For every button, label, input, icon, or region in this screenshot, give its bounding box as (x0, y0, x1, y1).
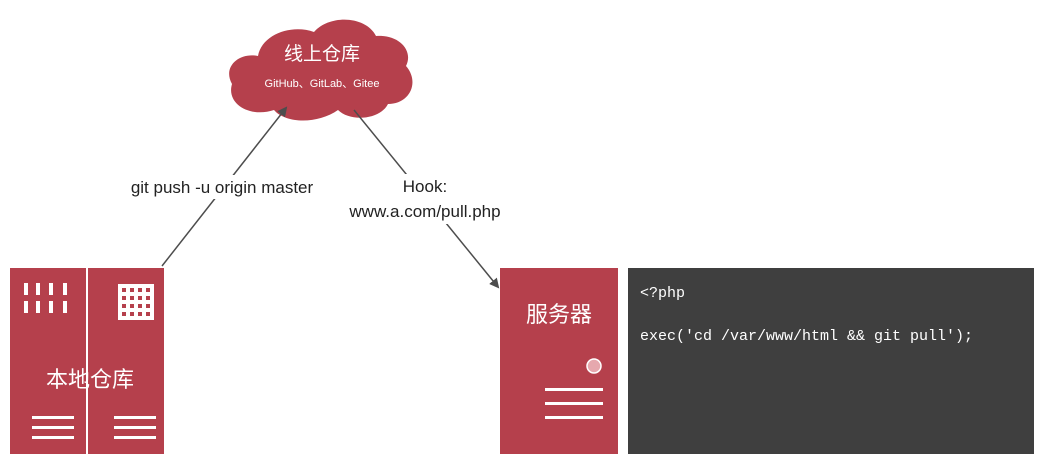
cloud-subtitle: GitHub、GitLab、Gitee (265, 78, 380, 90)
code-panel-bg (628, 268, 1034, 454)
local-repo-label: 本地仓库 (46, 367, 134, 392)
online-repo-cloud: 线上仓库 GitHub、GitLab、Gitee (229, 19, 413, 121)
deployment-diagram: 线上仓库 GitHub、GitLab、Gitee git push -u ori… (10, 19, 1034, 454)
code-panel: <?php exec('cd /var/www/html && git pull… (628, 268, 1034, 454)
server-box (500, 268, 618, 454)
grid-icon (118, 284, 154, 320)
push-label: git push -u origin master (131, 178, 314, 197)
local-repo: 本地仓库 (10, 268, 164, 454)
hook-label-line2: www.a.com/pull.php (348, 202, 500, 221)
server-label: 服务器 (526, 302, 592, 327)
cloud-shape (229, 19, 413, 121)
code-line-2: exec('cd /var/www/html && git pull'); (640, 328, 973, 345)
server: 服务器 (500, 268, 618, 454)
server-status-light (586, 358, 602, 374)
code-line-1: <?php (640, 285, 685, 302)
cloud-title: 线上仓库 (284, 43, 360, 65)
hook-label-line1: Hook: (403, 177, 447, 196)
